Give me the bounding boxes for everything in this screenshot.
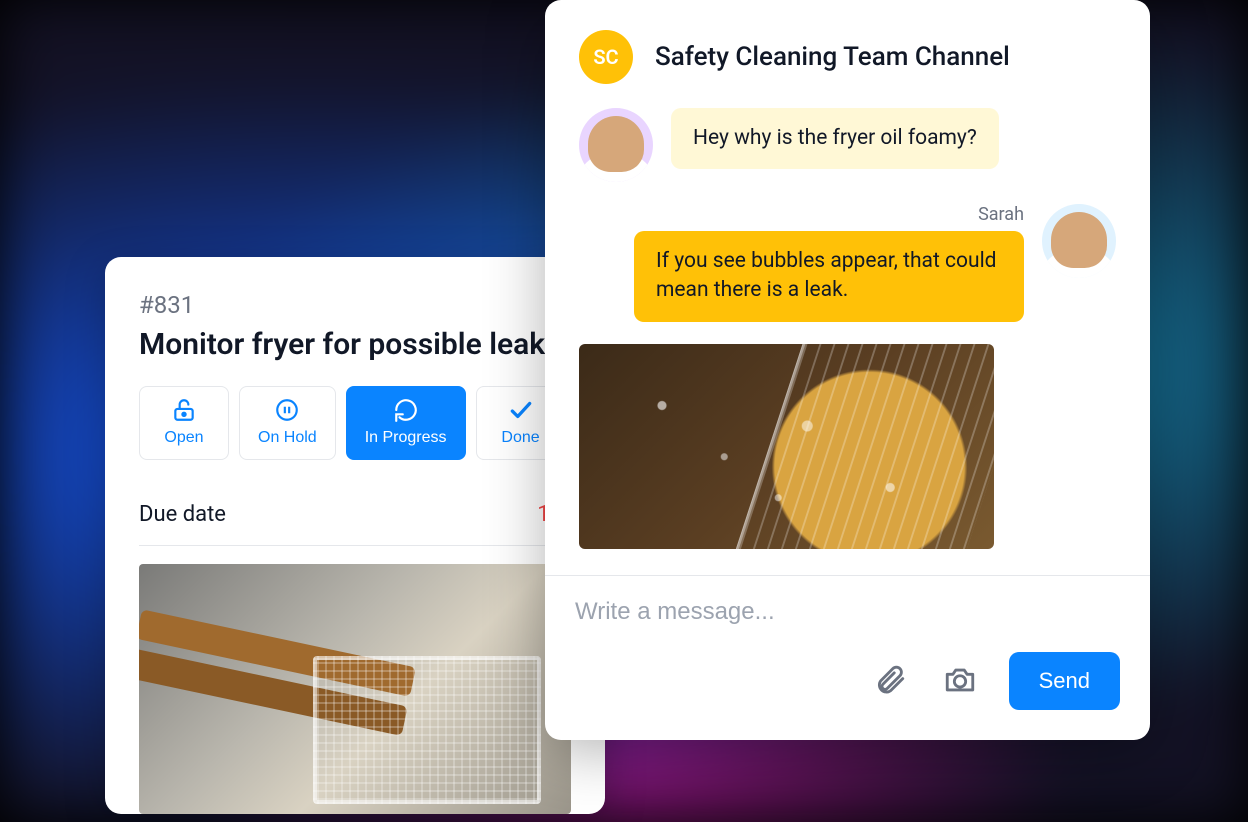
message-bubble: Hey why is the fryer oil foamy? xyxy=(671,108,999,169)
sender-name: Sarah xyxy=(634,204,1024,225)
status-label: Open xyxy=(164,429,203,447)
message-row: Hey why is the fryer oil foamy? xyxy=(579,108,1116,182)
send-button[interactable]: Send xyxy=(1009,652,1120,710)
status-inprogress-button[interactable]: In Progress xyxy=(346,386,466,460)
channel-title: Safety Cleaning Team Channel xyxy=(655,42,1010,72)
refresh-icon xyxy=(393,397,419,423)
message-row: Sarah If you see bubbles appear, that co… xyxy=(579,204,1116,322)
status-label: On Hold xyxy=(258,429,317,447)
user-avatar[interactable] xyxy=(1042,204,1116,278)
due-date-label: Due date xyxy=(139,502,226,527)
user-avatar[interactable] xyxy=(579,108,653,182)
status-label: In Progress xyxy=(365,429,447,447)
status-open-button[interactable]: Open xyxy=(139,386,229,460)
chat-input-area: Send xyxy=(545,575,1150,740)
task-attachment-image[interactable] xyxy=(139,564,571,814)
attach-button[interactable] xyxy=(869,659,911,704)
due-date-row[interactable]: Due date 10/ xyxy=(139,484,571,546)
chat-panel: SC Safety Cleaning Team Channel Hey why … xyxy=(545,0,1150,740)
paperclip-icon xyxy=(873,685,907,700)
task-title: Monitor fryer for possible leaks xyxy=(139,327,571,362)
channel-avatar[interactable]: SC xyxy=(579,30,633,84)
check-icon xyxy=(508,397,534,423)
camera-icon xyxy=(943,685,977,700)
message-input[interactable] xyxy=(575,598,1120,626)
camera-button[interactable] xyxy=(939,659,981,704)
status-label: Done xyxy=(501,429,539,447)
message-bubble: If you see bubbles appear, that could me… xyxy=(634,231,1024,322)
chat-header: SC Safety Cleaning Team Channel xyxy=(545,0,1150,102)
message-attachment-image[interactable] xyxy=(579,344,994,549)
pause-icon xyxy=(274,397,300,423)
task-id: #831 xyxy=(139,291,571,319)
task-card: #831 Monitor fryer for possible leaks Op… xyxy=(105,257,605,814)
input-actions: Send xyxy=(575,652,1120,710)
chat-messages: Hey why is the fryer oil foamy? Sarah If… xyxy=(545,102,1150,575)
status-onhold-button[interactable]: On Hold xyxy=(239,386,336,460)
status-buttons: Open On Hold In Progress Done xyxy=(139,386,571,460)
unlock-icon xyxy=(171,397,197,423)
